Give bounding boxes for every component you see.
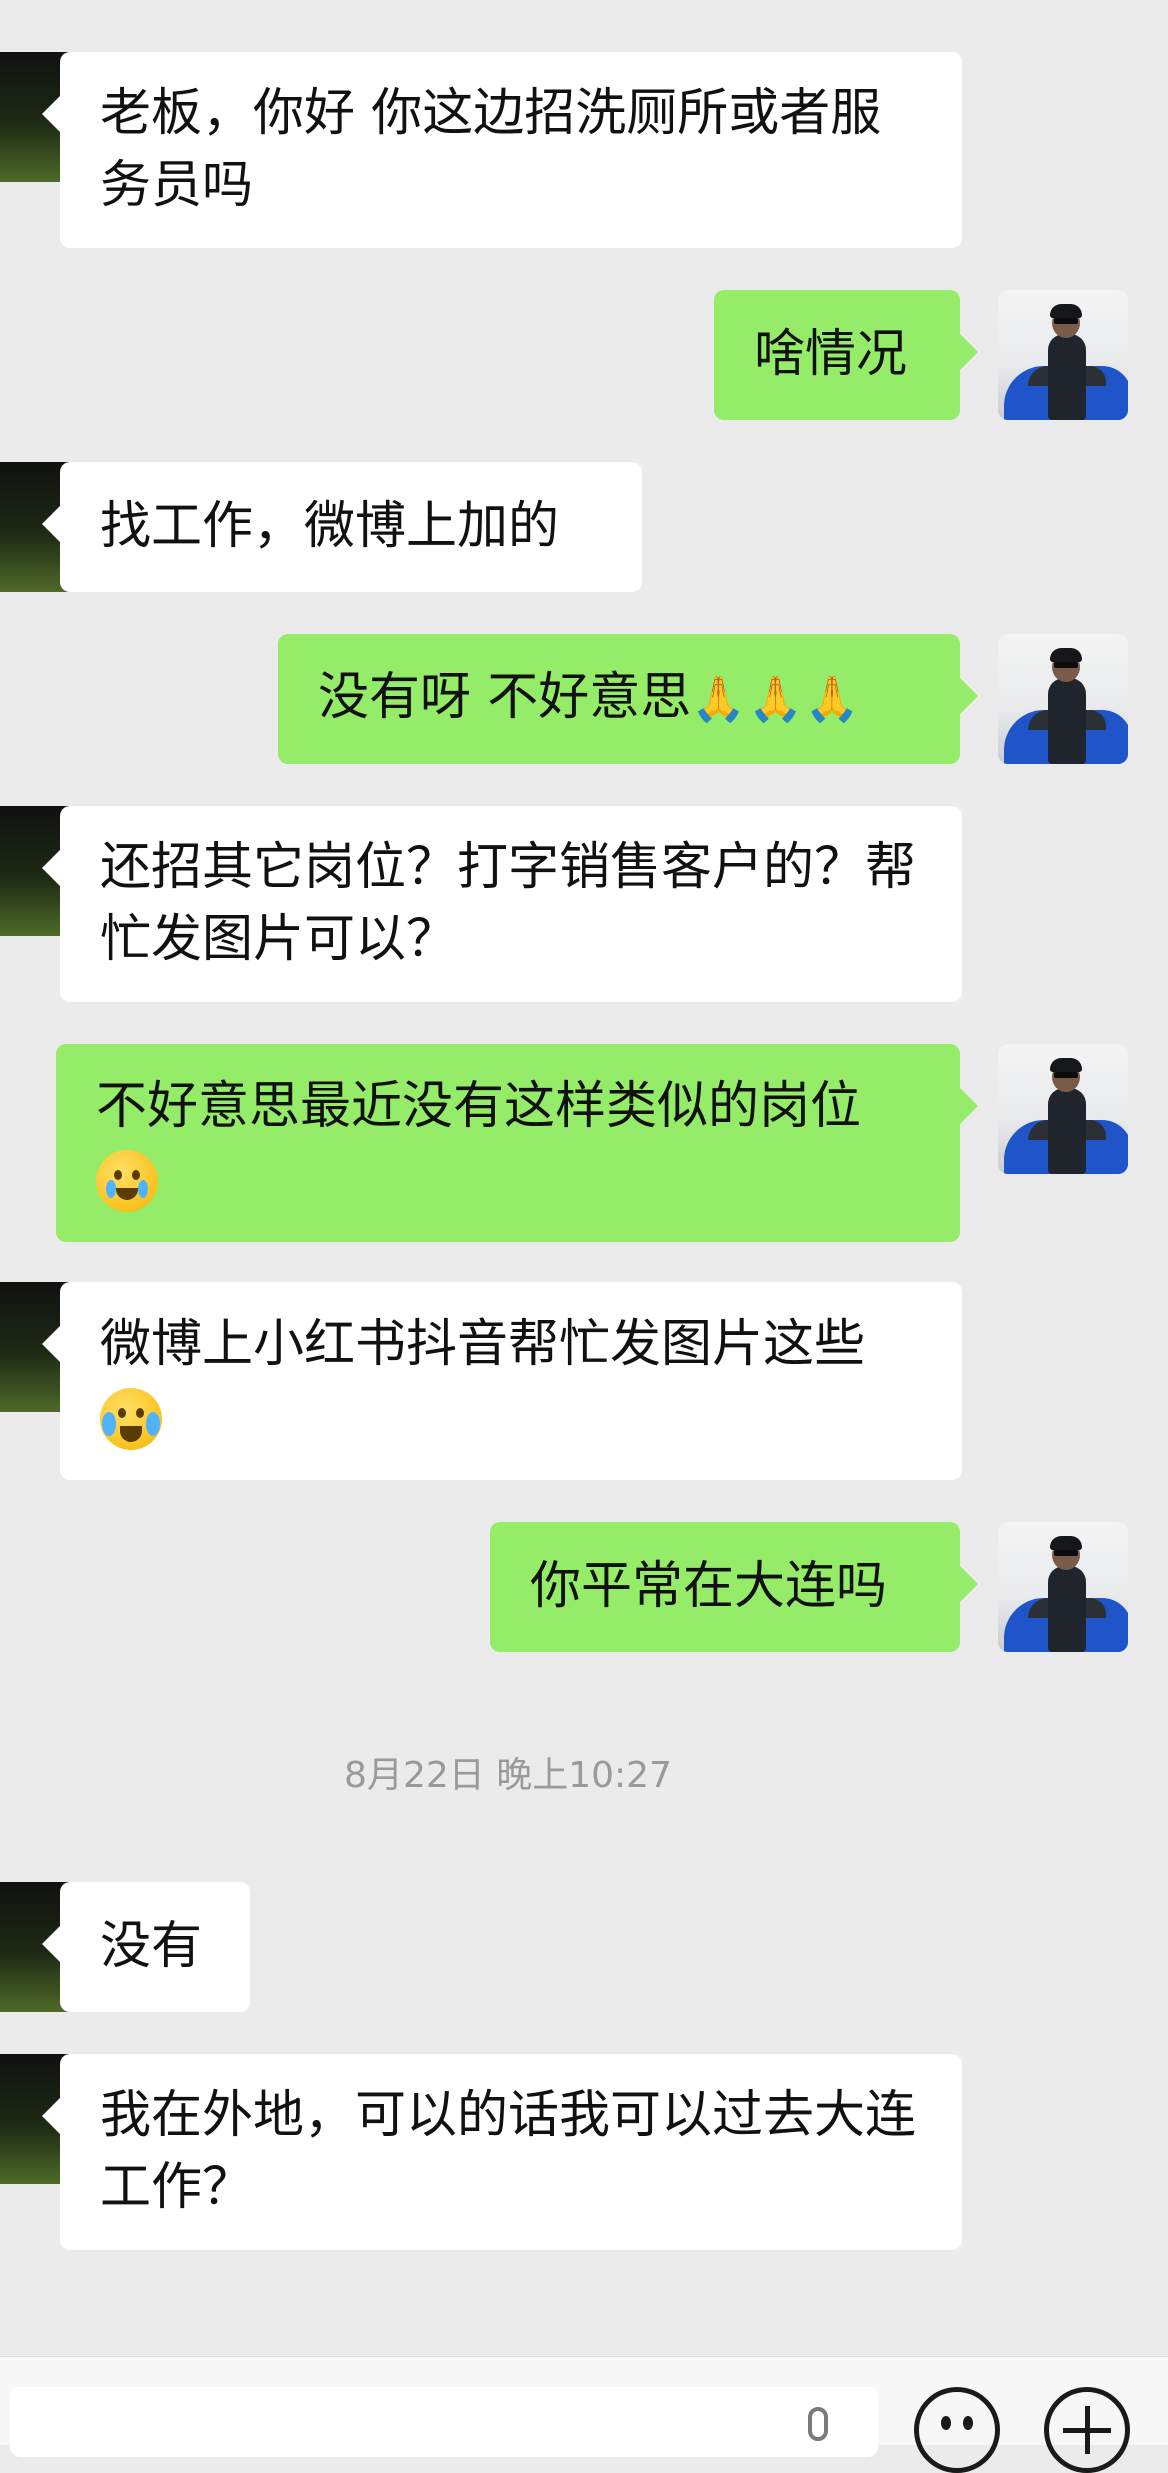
message-text: 没有 bbox=[100, 1917, 203, 1976]
bubble-tail bbox=[960, 334, 978, 370]
message-text: 不好意思最近没有这样类似的岗位 bbox=[96, 1071, 920, 1215]
bubble-tail bbox=[960, 1088, 978, 1124]
my-avatar[interactable] bbox=[998, 290, 1128, 420]
bubble-tail bbox=[42, 1326, 60, 1362]
bubble-tail bbox=[42, 1926, 60, 1962]
message-bubble[interactable]: 没有呀 不好意思🙏🙏🙏 bbox=[278, 634, 960, 764]
bubble-tail bbox=[42, 2098, 60, 2134]
message-text: 找工作，微博上加的 bbox=[100, 497, 560, 556]
message-bubble[interactable]: 老板，你好 你这边招洗厕所或者服务员吗 bbox=[60, 52, 962, 248]
message-text: 没有呀 不好意思🙏🙏🙏 bbox=[318, 662, 920, 736]
message-text: 啥情况 bbox=[754, 325, 908, 384]
timestamp: 8月22日 晚上10:27 bbox=[344, 1755, 672, 1796]
message-bubble[interactable]: 你平常在大连吗 bbox=[490, 1522, 960, 1652]
message-text-main: 不好意思最近没有这样类似的岗位 bbox=[96, 1077, 862, 1136]
loudly-crying-face-icon bbox=[100, 1388, 162, 1450]
my-avatar[interactable] bbox=[998, 634, 1128, 764]
folded-hands-icon: 🙏🙏🙏 bbox=[691, 674, 862, 725]
message-bubble[interactable]: 微博上小红书抖音帮忙发图片这些 bbox=[60, 1282, 962, 1480]
message-bubble[interactable]: 还招其它岗位？打字销售客户的？帮忙发图片可以？ bbox=[60, 806, 962, 1002]
my-avatar[interactable] bbox=[998, 1044, 1128, 1174]
plus-icon[interactable] bbox=[1044, 2387, 1130, 2473]
emoji-icon[interactable] bbox=[914, 2387, 1000, 2473]
my-avatar[interactable] bbox=[998, 1522, 1128, 1652]
message-text: 老板，你好 你这边招洗厕所或者服务员吗 bbox=[100, 84, 882, 215]
message-input[interactable] bbox=[10, 2387, 878, 2457]
bubble-tail bbox=[42, 96, 60, 132]
voice-clip-icon[interactable] bbox=[808, 2407, 828, 2441]
crying-face-icon bbox=[96, 1150, 158, 1212]
message-text: 还招其它岗位？打字销售客户的？帮忙发图片可以？ bbox=[100, 838, 917, 969]
message-text: 你平常在大连吗 bbox=[530, 1557, 888, 1616]
message-text: 微博上小红书抖音帮忙发图片这些 bbox=[100, 1309, 922, 1453]
message-text-main: 微博上小红书抖音帮忙发图片这些 bbox=[100, 1315, 866, 1374]
bubble-tail bbox=[960, 1566, 978, 1602]
message-bubble[interactable]: 找工作，微博上加的 bbox=[60, 462, 642, 592]
message-bubble[interactable]: 不好意思最近没有这样类似的岗位 bbox=[56, 1044, 960, 1242]
bubble-tail bbox=[42, 850, 60, 886]
message-bubble[interactable]: 没有 bbox=[60, 1882, 250, 2012]
chat-area: 老板，你好 你这边招洗厕所或者服务员吗 啥情况 找工作，微博上加的 没有呀 不好… bbox=[0, 0, 1168, 2356]
bubble-tail bbox=[42, 506, 60, 542]
message-bubble[interactable]: 啥情况 bbox=[714, 290, 960, 420]
message-text: 我在外地，可以的话我可以过去大连工作？ bbox=[100, 2086, 917, 2217]
bubble-tail bbox=[960, 678, 978, 714]
message-text-main: 没有呀 不好意思 bbox=[318, 668, 692, 727]
input-bar bbox=[0, 2356, 1168, 2473]
message-bubble[interactable]: 我在外地，可以的话我可以过去大连工作？ bbox=[60, 2054, 962, 2250]
